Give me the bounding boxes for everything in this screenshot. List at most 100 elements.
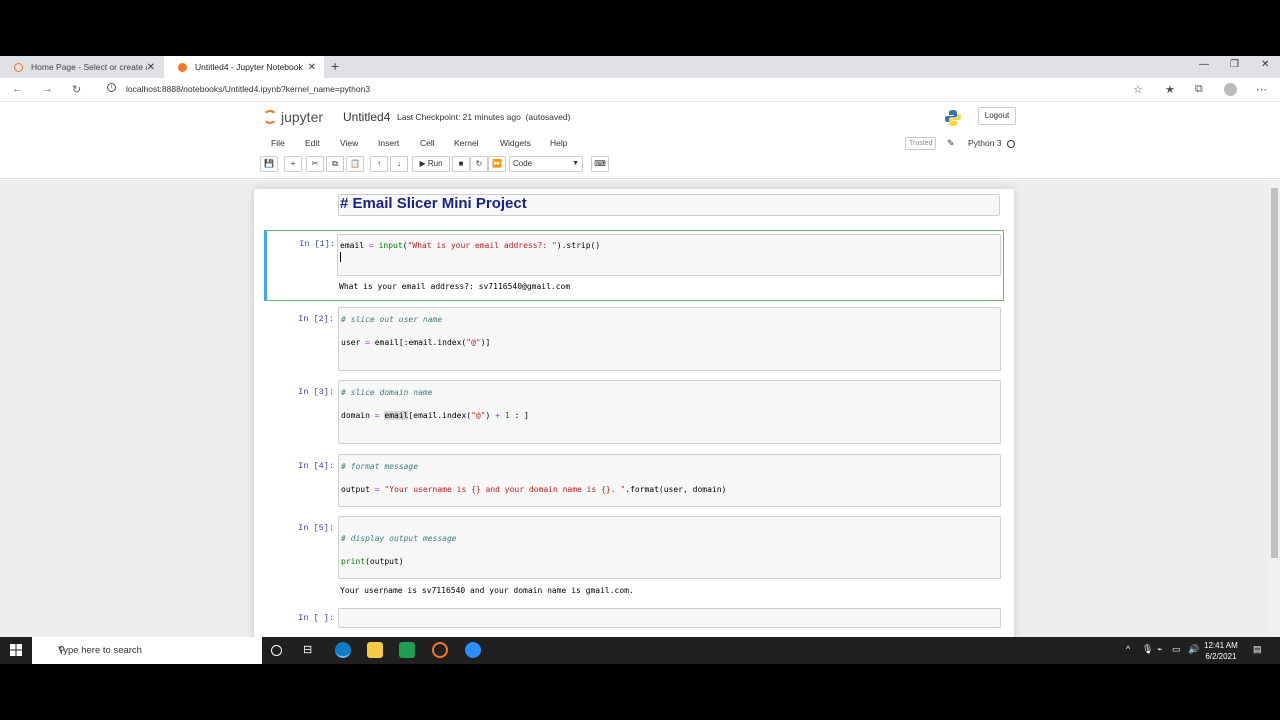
forward-icon[interactable]: →	[42, 83, 53, 95]
restart-run-all-icon[interactable]: ⏩	[488, 156, 506, 172]
restart-icon[interactable]: ↻	[470, 156, 488, 172]
kernel-name: Python 3	[968, 138, 1002, 148]
notebook-site: # Email Slicer Mini Project In [1]: emai…	[0, 180, 1280, 637]
menu-insert[interactable]: Insert	[378, 138, 399, 148]
run-button[interactable]: ▶ Run	[412, 156, 450, 172]
tab-title: Home Page - Select or create a r	[31, 62, 147, 72]
logout-button[interactable]: Logout	[978, 107, 1016, 125]
profile-avatar[interactable]	[1224, 83, 1237, 96]
code-input[interactable]: # display output message print(output)	[338, 516, 1001, 579]
taskbar: ⚲ Type here to search ⊟ ^ 🎙 ⌁ ▭ 🔊 12:41 …	[0, 637, 1280, 664]
text-cursor	[340, 252, 341, 262]
zoom-icon[interactable]	[465, 642, 481, 658]
insert-cell-icon[interactable]: +	[284, 156, 302, 172]
cut-icon[interactable]: ✂	[306, 156, 324, 172]
search-placeholder: Type here to search	[58, 645, 142, 656]
network-icon[interactable]: ⌁	[1157, 644, 1162, 655]
cell-prompt: In [1]:	[299, 239, 335, 249]
code-line: user = email[:email.index("@")]	[341, 338, 491, 347]
tab-title: Untitled4 - Jupyter Notebook	[195, 62, 303, 72]
markdown-cell[interactable]: # Email Slicer Mini Project	[266, 189, 1006, 227]
code-comment: # format message	[341, 462, 419, 471]
vertical-scrollbar[interactable]	[1269, 180, 1280, 637]
save-icon[interactable]: 💾	[260, 156, 278, 172]
new-tab-icon[interactable]: +	[331, 58, 339, 74]
tab-home-page[interactable]: Home Page - Select or create a r ✕	[0, 56, 163, 78]
cortana-icon[interactable]	[271, 645, 282, 656]
close-icon[interactable]: ✕	[147, 62, 155, 73]
move-up-icon[interactable]: ↑	[370, 156, 388, 172]
code-input[interactable]: # slice out user name user = email[:emai…	[338, 307, 1001, 371]
notebook-container: # Email Slicer Mini Project In [1]: emai…	[254, 189, 1014, 637]
code-input[interactable]: # slice domain name domain = email[email…	[338, 380, 1001, 444]
minimize-icon[interactable]: —	[1199, 59, 1209, 70]
display-icon[interactable]: ▭	[1172, 644, 1181, 655]
notebook-name[interactable]: Untitled4	[343, 110, 390, 124]
code-input[interactable]: email = input("What is your email addres…	[337, 234, 1001, 276]
menu-view[interactable]: View	[340, 138, 358, 148]
move-down-icon[interactable]: ↓	[390, 156, 408, 172]
close-icon[interactable]: ✕	[308, 62, 316, 73]
cell-output: What is your email address?: sv7116540@g…	[339, 282, 571, 291]
menu-cell[interactable]: Cell	[420, 138, 435, 148]
windows-start-icon[interactable]	[10, 644, 22, 656]
python-logo-icon	[945, 110, 961, 126]
back-icon[interactable]: ←	[12, 83, 23, 95]
code-cell-4[interactable]: In [4]: # format message output = "Your …	[266, 452, 1006, 508]
stop-icon[interactable]: ■	[452, 156, 470, 172]
menu-widgets[interactable]: Widgets	[500, 138, 531, 148]
run-label: Run	[427, 159, 443, 168]
jupyter-taskbar-icon[interactable]	[432, 642, 448, 658]
clock-time: 12:41 AM	[1204, 641, 1238, 650]
code-input[interactable]: # format message output = "Your username…	[338, 454, 1001, 507]
menu-kernel[interactable]: Kernel	[454, 138, 479, 148]
code-line: domain = email[email.index("@") + 1 : ]	[341, 411, 529, 420]
add-favorite-icon[interactable]: ☆	[1133, 83, 1143, 96]
menu-edit[interactable]: Edit	[305, 138, 320, 148]
restore-icon[interactable]: ❐	[1230, 59, 1239, 70]
code-cell-3[interactable]: In [3]: # slice domain name domain = ema…	[266, 378, 1006, 446]
refresh-icon[interactable]: ↻	[72, 83, 81, 96]
close-window-icon[interactable]: ✕	[1261, 59, 1269, 70]
edit-pencil-icon[interactable]: ✎	[947, 138, 955, 149]
info-icon[interactable]: i	[107, 83, 116, 92]
task-view-icon[interactable]: ⊟	[303, 643, 312, 656]
code-cell-6[interactable]: In [ ]:	[266, 607, 1006, 631]
notebook-title: # Email Slicer Mini Project	[340, 195, 527, 212]
command-palette-icon[interactable]: ⌨	[591, 156, 609, 172]
code-cell-2[interactable]: In [2]: # slice out user name user = ema…	[266, 305, 1006, 373]
collections-icon[interactable]: ⧉	[1195, 83, 1203, 96]
scroll-thumb[interactable]	[1271, 188, 1278, 558]
tab-strip: Home Page - Select or create a r ✕ Untit…	[0, 56, 1280, 78]
code-cell-5[interactable]: In [5]: # display output message print(o…	[266, 514, 1006, 600]
copy-icon[interactable]: ⧉	[326, 156, 344, 172]
menu-file[interactable]: File	[271, 138, 285, 148]
edge-icon[interactable]	[335, 642, 351, 658]
url-field[interactable]: localhost:8888/notebooks/Untitled4.ipynb…	[126, 84, 370, 94]
code-input[interactable]	[338, 608, 1001, 628]
cell-prompt: In [5]:	[298, 523, 334, 533]
notepad-icon[interactable]	[399, 642, 415, 658]
tab-notebook[interactable]: Untitled4 - Jupyter Notebook ✕	[164, 56, 324, 78]
microphone-icon[interactable]: 🎙	[1142, 644, 1153, 655]
taskbar-search[interactable]: ⚲ Type here to search	[32, 637, 262, 664]
code-cell-1[interactable]: In [1]: email = input("What is your emai…	[264, 230, 1004, 301]
trusted-badge[interactable]: Trusted	[905, 137, 937, 150]
file-explorer-icon[interactable]	[367, 642, 383, 658]
code-line: output = "Your username is {} and your d…	[341, 485, 727, 494]
chevron-up-icon[interactable]: ^	[1126, 644, 1130, 654]
favorites-icon[interactable]: ★	[1165, 83, 1175, 96]
cell-type-select[interactable]: Code ▼	[509, 156, 583, 172]
code-line: print(output)	[341, 557, 404, 566]
cell-output: Your username is sv7116540 and your doma…	[340, 586, 634, 595]
volume-icon[interactable]: 🔊	[1188, 644, 1199, 655]
paste-icon[interactable]: 📋	[346, 156, 364, 172]
cell-prompt: In [4]:	[298, 461, 334, 471]
cell-prompt: In [ ]:	[298, 613, 334, 623]
clock[interactable]: 12:41 AM 6/2/2021	[1204, 640, 1238, 662]
jupyter-logo[interactable]: jupyter	[263, 109, 323, 125]
notifications-icon[interactable]: ▤	[1253, 644, 1262, 655]
menu-help[interactable]: Help	[550, 138, 567, 148]
more-icon[interactable]: ⋯	[1256, 83, 1267, 96]
loading-icon	[14, 62, 23, 72]
